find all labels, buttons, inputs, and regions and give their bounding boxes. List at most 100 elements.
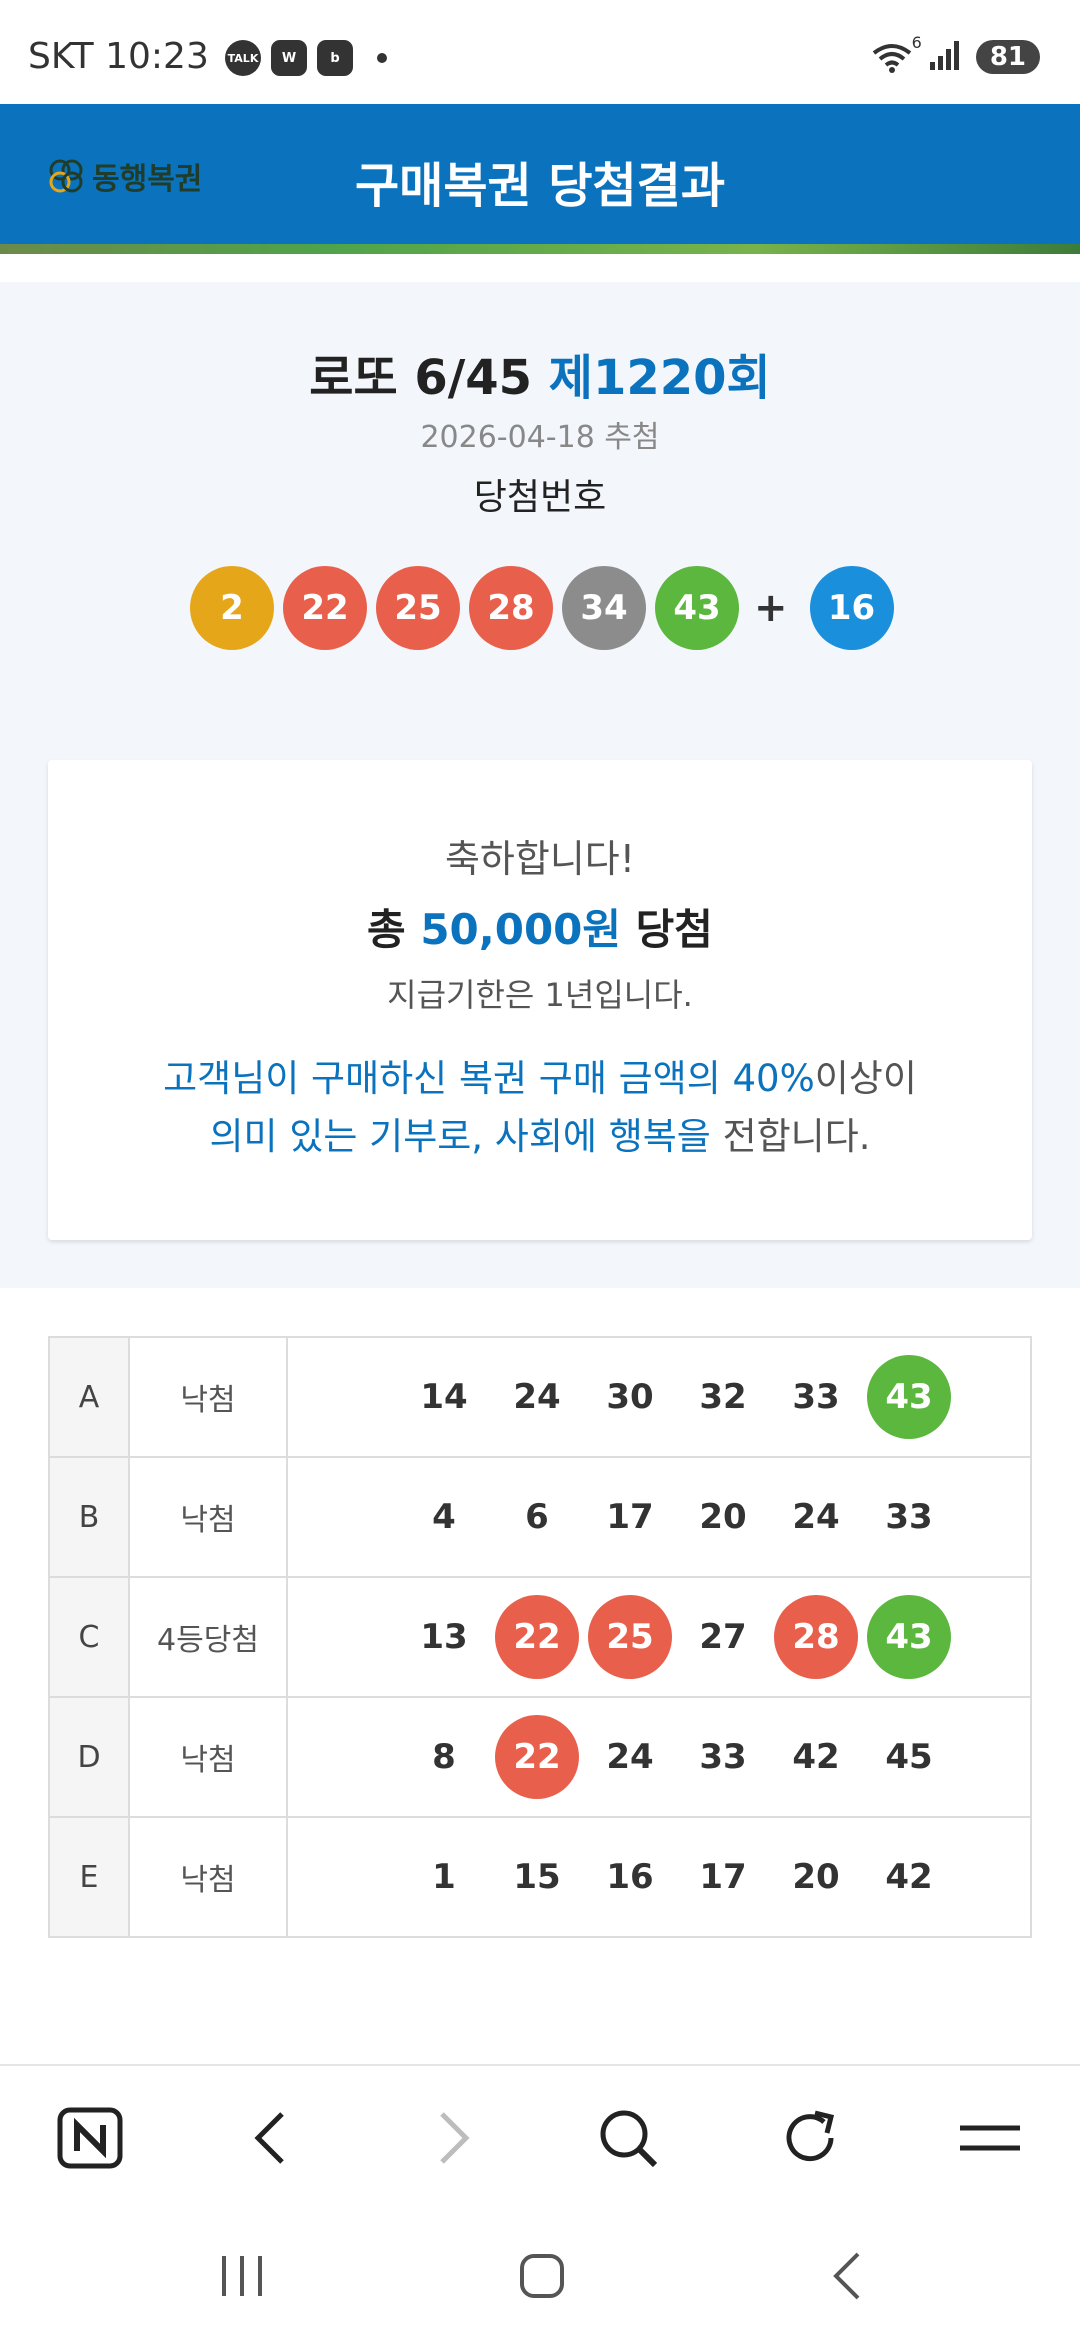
line-result: 낙첨 xyxy=(128,1816,288,1938)
donation-line-1-rest: 이상이 xyxy=(814,1057,917,1100)
ticket-number: 42 xyxy=(885,1857,933,1897)
more-notifications-dot xyxy=(377,53,387,63)
system-nav-bar xyxy=(0,2204,1080,2340)
recent-apps-icon[interactable] xyxy=(206,2240,278,2312)
ticket-number: 24 xyxy=(792,1497,840,1537)
ticket-number: 14 xyxy=(420,1377,468,1417)
refresh-icon[interactable] xyxy=(774,2102,846,2174)
congrats-text: 축하합니다! xyxy=(444,837,636,881)
draw-date: 2026-04-18 추첨 xyxy=(420,420,660,455)
draw-info-section: 로또 6/45 제1220회 2026-04-18 추첨 당첨번호 2 22 25 2… xyxy=(0,282,1080,1288)
home-icon[interactable] xyxy=(506,2240,578,2312)
prize-prefix: 총 xyxy=(367,905,421,954)
line-label: A xyxy=(48,1336,130,1458)
ticket-number: 32 xyxy=(699,1377,747,1417)
line-label: D xyxy=(48,1696,130,1818)
ticket-row: A 낙첨 14 24 30 32 33 43 xyxy=(48,1336,1032,1458)
donation-line-1-highlight: 고객님이 구매하신 복권 구매 금액의 40% xyxy=(163,1057,815,1100)
line-result: 낙첨 xyxy=(128,1336,288,1458)
status-indicators: 6 81 xyxy=(870,33,1040,76)
prize-total: 총 50,000원 당첨 xyxy=(48,896,1032,957)
donation-message: 고객님이 구매하신 복권 구매 금액의 40%이상이 의미 있는 기부로, 사회… xyxy=(48,1050,1032,1166)
prize-amount: 50,000원 xyxy=(420,905,622,954)
game-name: 로또 6/45 xyxy=(309,350,533,406)
winning-number-ball: 2 xyxy=(190,566,274,650)
ticket-number: 42 xyxy=(792,1737,840,1777)
line-label: B xyxy=(48,1456,130,1578)
ticket-row: E 낙첨 1 15 16 17 20 42 xyxy=(48,1816,1032,1938)
ticket-row: D 낙첨 8 22 24 33 42 45 xyxy=(48,1696,1032,1818)
line-label: C xyxy=(48,1576,130,1698)
line-numbers: 13 22 25 27 28 43 xyxy=(286,1576,1032,1698)
ticket-number: 45 xyxy=(885,1737,933,1777)
donation-line-2-rest: 전합니다. xyxy=(710,1115,871,1158)
ticket-number: 6 xyxy=(525,1497,549,1537)
wifi-icon: 6 xyxy=(870,33,922,75)
ticket-number: 33 xyxy=(699,1737,747,1777)
battery-indicator: 81 xyxy=(975,40,1040,74)
ticket-number: 20 xyxy=(699,1497,747,1537)
ticket-number: 1 xyxy=(432,1857,456,1897)
line-numbers: 1 15 16 17 20 42 xyxy=(286,1816,1032,1938)
ticket-number: 33 xyxy=(792,1377,840,1417)
ticket-number: 24 xyxy=(606,1737,654,1777)
signal-icon xyxy=(928,38,962,76)
matched-number-ball: 43 xyxy=(867,1595,951,1679)
donation-line-2: 의미 있는 기부로, 사회에 행복을 전합니다. xyxy=(48,1108,1032,1166)
winning-number-ball: 43 xyxy=(655,566,739,650)
ticket-number: 24 xyxy=(513,1377,561,1417)
back-icon[interactable] xyxy=(810,2240,882,2312)
matched-number-ball: 28 xyxy=(774,1595,858,1679)
winning-numbers-label: 당첨번호 xyxy=(473,477,607,518)
back-icon[interactable] xyxy=(234,2102,306,2174)
ticket-number: 13 xyxy=(420,1617,468,1657)
bonus-number-ball: 16 xyxy=(809,566,894,650)
line-numbers: 4 6 17 20 24 33 xyxy=(286,1456,1032,1578)
result-card: 축하합니다! 총 50,000원 당첨 지급기한은 1년입니다. 고객님이 구매… xyxy=(48,760,1032,1240)
app-header: 동행복권 구매복권 당첨결과 xyxy=(0,104,1080,248)
naver-home-icon[interactable] xyxy=(54,2102,126,2174)
matched-number-ball: 22 xyxy=(495,1715,579,1799)
line-label: E xyxy=(48,1816,130,1938)
forward-icon[interactable] xyxy=(418,2102,490,2174)
ticket-number: 33 xyxy=(885,1497,933,1537)
matched-number-ball: 25 xyxy=(588,1595,672,1679)
ticket-number: 27 xyxy=(699,1617,747,1657)
ticket-number: 30 xyxy=(606,1377,654,1417)
kakaotalk-icon: TALK xyxy=(225,40,261,76)
w-app-icon: W xyxy=(271,40,307,76)
carrier-time: SKT 10:23 xyxy=(28,36,209,77)
line-result: 낙첨 xyxy=(128,1696,288,1818)
line-result: 4등당첨 xyxy=(128,1576,288,1698)
wifi-badge: 6 xyxy=(911,33,922,52)
line-numbers: 8 22 24 33 42 45 xyxy=(286,1696,1032,1818)
prize-suffix: 당첨 xyxy=(621,905,713,954)
bonus-plus-sign: + xyxy=(754,585,788,631)
search-icon[interactable] xyxy=(592,2102,664,2174)
matched-number-ball: 22 xyxy=(495,1595,579,1679)
header-banner-strip xyxy=(0,244,1080,254)
ticket-row: C 4등당첨 13 22 25 27 28 43 xyxy=(48,1576,1032,1698)
menu-icon[interactable] xyxy=(954,2102,1026,2174)
donation-line-1: 고객님이 구매하신 복권 구매 금액의 40%이상이 xyxy=(48,1050,1032,1108)
winning-number-ball: 28 xyxy=(469,566,553,650)
winning-numbers: 2 22 25 28 34 43 +16 xyxy=(190,566,903,650)
line-result: 낙첨 xyxy=(128,1456,288,1578)
ticket-lines-table: A 낙첨 14 24 30 32 33 43 B 낙첨 4 6 17 20 24 33 C 4등당첨 13 22 25 2… xyxy=(48,1336,1032,1938)
ticket-number: 17 xyxy=(606,1497,654,1537)
ticket-number: 8 xyxy=(432,1737,456,1777)
ticket-number: 15 xyxy=(513,1857,561,1897)
winning-number-ball: 34 xyxy=(562,566,646,650)
winning-number-ball: 25 xyxy=(376,566,460,650)
b-app-icon: b xyxy=(317,40,353,76)
draw-title: 로또 6/45 제1220회 xyxy=(0,338,1080,408)
ticket-number: 16 xyxy=(606,1857,654,1897)
payment-deadline: 지급기한은 1년입니다. xyxy=(387,976,693,1014)
ticket-number: 17 xyxy=(699,1857,747,1897)
ticket-number: 20 xyxy=(792,1857,840,1897)
status-bar: SKT 10:23 TALK W b 6 81 xyxy=(0,0,1080,104)
donation-line-2-highlight: 의미 있는 기부로, 사회에 행복을 xyxy=(209,1115,711,1158)
browser-toolbar xyxy=(0,2064,1080,2204)
notification-icons: TALK W b xyxy=(225,40,387,76)
matched-number-ball: 43 xyxy=(867,1355,951,1439)
